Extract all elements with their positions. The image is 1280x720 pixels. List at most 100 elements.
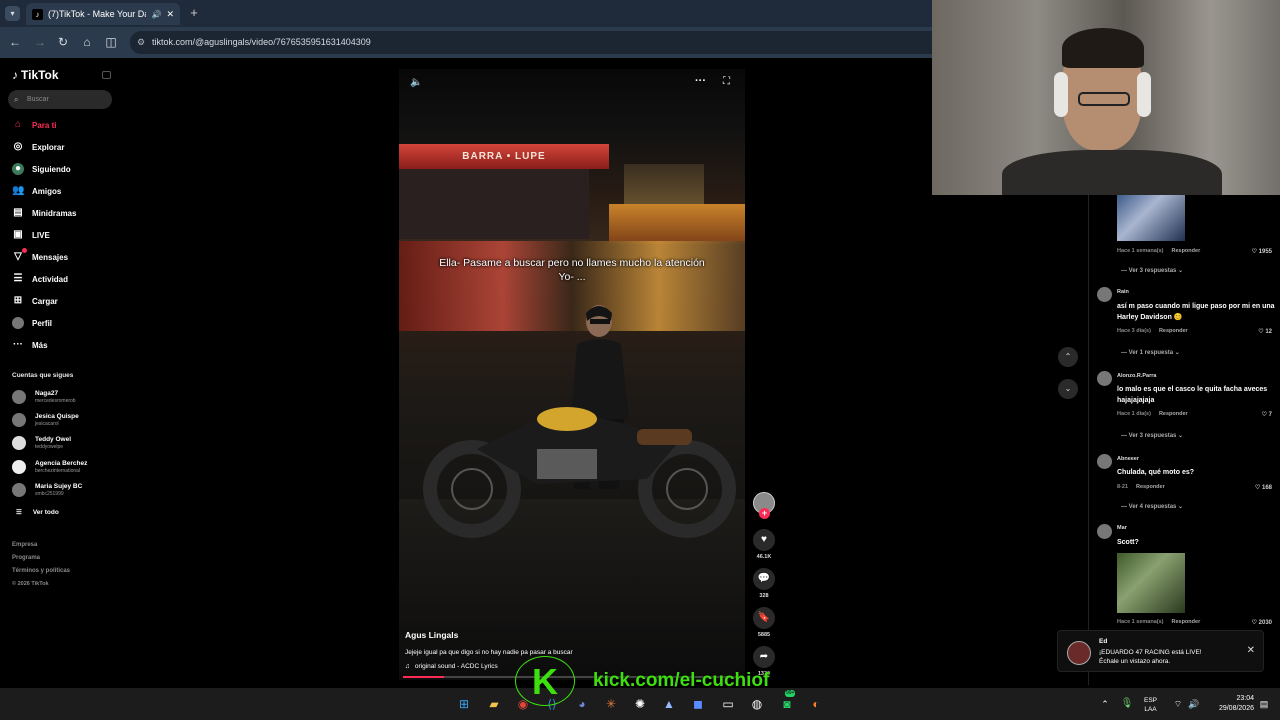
motorcycle-figure [423, 407, 736, 538]
comment-avatar[interactable] [1097, 371, 1112, 386]
video-player[interactable]: BARRA • LUPE Ella- Pasame a buscar pero … [399, 69, 745, 680]
following-account[interactable]: Agencia Berchez berchezinternational [12, 457, 87, 477]
footer-link[interactable]: Empresa [12, 542, 37, 548]
footer-link[interactable]: Programa [12, 555, 40, 561]
previous-video-button[interactable]: ⌃ [1058, 347, 1078, 367]
comment-image[interactable] [1117, 553, 1185, 613]
wifi-icon[interactable]: ⌔ [1170, 696, 1186, 712]
heart-icon[interactable]: ♥ [753, 529, 775, 551]
comment-user[interactable]: Abneeer [1117, 456, 1139, 462]
save-action[interactable]: 🔖 5885 [753, 607, 775, 638]
comment-time: Hace 1 día(s) [1117, 411, 1151, 417]
nav-label: Amigos [32, 186, 62, 196]
reply-button[interactable]: Responder [1171, 248, 1200, 254]
mic-icon[interactable]: 🎙 [1119, 696, 1135, 712]
reply-button[interactable]: Responder [1159, 328, 1188, 334]
view-replies[interactable]: — Ver 3 respuestas ⌄ [1121, 267, 1183, 274]
like-action[interactable]: ♥ 46.1K [753, 529, 775, 560]
tab-menu-button[interactable]: ▾ [5, 6, 20, 21]
comment-icon[interactable]: 💬 [753, 568, 775, 590]
comment-avatar[interactable] [1097, 287, 1112, 302]
notification-center-icon[interactable]: ▤ [1256, 696, 1272, 712]
comment-user[interactable]: Alonzo.R.Parra [1117, 373, 1156, 379]
following-account[interactable]: Naga27 mercedesromerob [12, 387, 76, 407]
nav-amigos[interactable]: 👥 Amigos [12, 184, 61, 198]
nav-perfil[interactable]: Perfil [12, 316, 52, 330]
following-section-title: Cuentas que sigues [12, 372, 74, 379]
follow-plus-icon[interactable]: + [759, 508, 770, 519]
nav-siguiendo[interactable]: ● Siguiendo [12, 162, 71, 176]
split-view-icon[interactable]: ◫ [104, 35, 118, 49]
account-name: Jesica Quispe [35, 413, 79, 420]
clock[interactable]: 23:04 29/08/2026 [1208, 694, 1254, 714]
nav-explorar[interactable]: ◎ Explorar [12, 140, 65, 154]
speaker-icon[interactable]: 🔊 [151, 10, 161, 19]
video-caption: Jejeje igual pa que digo si no hay nadie… [405, 649, 573, 656]
view-replies[interactable]: — Ver 3 respuestas ⌄ [1121, 432, 1183, 439]
forward-icon[interactable]: → [33, 35, 47, 49]
tray-arrow-icon[interactable]: ⌃ [1097, 696, 1113, 712]
view-replies[interactable]: — Ver 1 respuesta ⌄ [1121, 349, 1180, 356]
nav-mas[interactable]: ··· Más [12, 338, 48, 352]
new-tab-button[interactable]: + [187, 6, 201, 20]
more-options-icon[interactable]: ··· [695, 75, 706, 87]
bookmark-icon[interactable]: 🔖 [753, 607, 775, 629]
site-info-icon[interactable]: ⚙ [137, 31, 145, 54]
comment-count: 328 [759, 593, 769, 599]
next-video-button[interactable]: ⌄ [1058, 379, 1078, 399]
close-icon[interactable]: ✕ [1247, 645, 1255, 656]
search-input[interactable]: ⌕ Buscar [8, 90, 112, 109]
comment-like[interactable]: ♡ 2030 [1252, 619, 1272, 626]
video-sound[interactable]: ♫ original sound - ACDC Lyrics [405, 663, 498, 670]
reload-icon[interactable]: ↻ [56, 35, 70, 49]
comment-avatar[interactable] [1097, 524, 1112, 539]
music-note-icon: ♫ [405, 663, 410, 670]
nav-cargar[interactable]: ⊞ Cargar [12, 294, 58, 308]
video-author[interactable]: Agus Lingals [405, 630, 458, 640]
whatsapp-icon[interactable]: ◙ 99+ [779, 690, 796, 712]
volume-icon[interactable]: 🔈 [410, 77, 422, 88]
home-browser-icon[interactable]: ⌂ [80, 35, 94, 49]
following-account[interactable]: Jesica Quispe jesicacarol [12, 410, 79, 430]
comment-like[interactable]: ♡ 1955 [1252, 248, 1272, 255]
nav-live[interactable]: ▣ LIVE [12, 228, 50, 242]
file-explorer-icon[interactable]: ▰ [486, 696, 502, 712]
back-icon[interactable]: ← [8, 35, 22, 49]
language-indicator[interactable]: ESP LAA [1144, 696, 1157, 714]
reply-button[interactable]: Responder [1136, 484, 1165, 490]
reply-button[interactable]: Responder [1159, 411, 1188, 417]
firefox-icon[interactable]: ◐ [808, 696, 824, 712]
comment-action[interactable]: 💬 328 [753, 568, 775, 599]
following-account[interactable]: Teddy Owel teddyowelpe [12, 433, 71, 453]
comment-like-count: 168 [1261, 485, 1272, 491]
nav-mensajes[interactable]: ▽ Mensajes [12, 248, 68, 264]
volume-tray-icon[interactable]: 🔊 [1186, 696, 1202, 712]
comment-like[interactable]: ♡ 168 [1255, 484, 1272, 491]
nav-actividad[interactable]: ☰ Actividad [12, 272, 69, 286]
close-tab-icon[interactable]: ✕ [166, 9, 174, 20]
live-notification[interactable]: Ed ¡EDUARDO 47 RACING está LIVE! Échale … [1057, 630, 1264, 672]
comment-like[interactable]: ♡ 12 [1258, 328, 1272, 335]
browser-tab[interactable]: ♪ (7)TikTok - Make Your Day 🔊 ✕ [26, 3, 180, 25]
notification-title: Ed [1099, 638, 1108, 645]
view-replies-label: Ver 3 respuestas [1128, 433, 1177, 439]
nav-para-ti[interactable]: ⌂ Para ti [12, 118, 57, 132]
awning-sign: BARRA • LUPE [399, 144, 609, 169]
comment-user[interactable]: Mar [1117, 525, 1127, 531]
see-all-link[interactable]: ☰ Ver todo [16, 508, 59, 517]
sound-label: original sound - ACDC Lyrics [414, 663, 498, 670]
comment-image[interactable] [1117, 195, 1185, 241]
url-field[interactable]: ⚙ tiktok.com/@aguslingals/video/76765359… [130, 31, 932, 54]
fullscreen-icon[interactable]: ⛶ [723, 76, 730, 87]
following-account[interactable]: Maria Sujey BC smbc251999 [12, 480, 82, 500]
collapse-sidebar-icon[interactable] [102, 71, 111, 79]
windows-start-icon[interactable]: ⊞ [456, 696, 472, 712]
reply-button[interactable]: Responder [1171, 619, 1200, 625]
footer-link[interactable]: Términos y políticas [12, 568, 70, 574]
comment-like[interactable]: ♡ 7 [1262, 411, 1272, 418]
nav-minidramas[interactable]: ▤ Minidramas [12, 206, 76, 220]
tiktok-logo[interactable]: ♪ TikTok [12, 68, 59, 82]
comment-avatar[interactable] [1097, 454, 1112, 469]
comment-user[interactable]: Rain [1117, 289, 1129, 295]
view-replies[interactable]: — Ver 4 respuestas ⌄ [1121, 503, 1183, 510]
